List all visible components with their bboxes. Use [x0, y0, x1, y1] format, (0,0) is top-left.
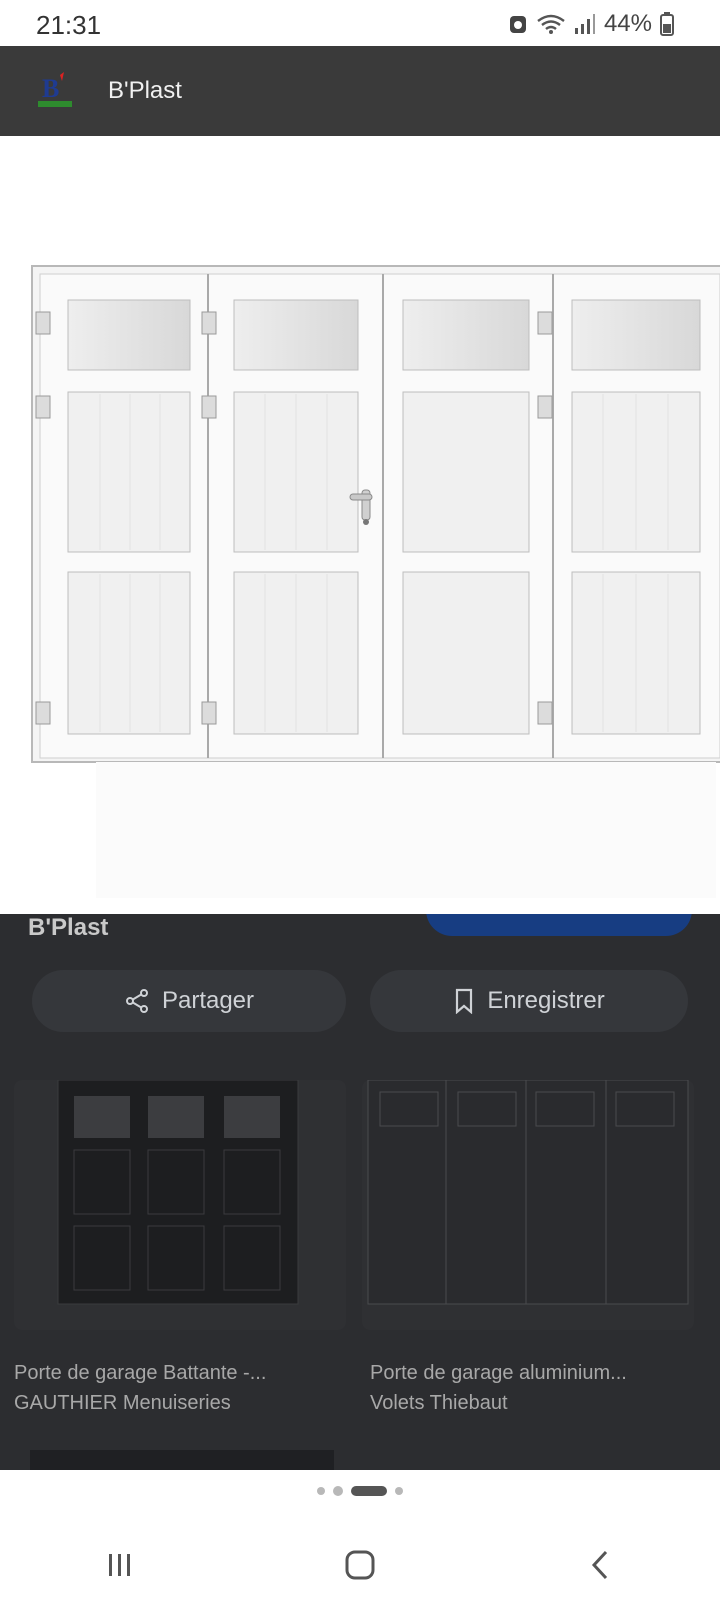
- status-icons: 44%: [508, 10, 674, 38]
- wifi-icon: [537, 14, 565, 34]
- results-page-dimmed: B'Plast Partager Enregistrer Porte de ga…: [0, 914, 720, 1470]
- recents-button[interactable]: [80, 1540, 160, 1590]
- related-thumb-3[interactable]: [30, 1450, 334, 1470]
- related-site-1: GAUTHIER Menuiseries: [14, 1392, 231, 1414]
- visit-button[interactable]: [426, 914, 692, 936]
- page-header: B B'Plast: [0, 46, 720, 136]
- recents-icon: [109, 1554, 130, 1576]
- screen: 21:31 44% B B'Plast B'Plast Partager Enr…: [0, 0, 720, 1600]
- pager-dot[interactable]: [333, 1486, 343, 1496]
- site-title[interactable]: B'Plast: [108, 77, 182, 105]
- status-time: 21:31: [36, 10, 102, 40]
- related-title-1[interactable]: Porte de garage Battante -...: [14, 1362, 266, 1385]
- related-thumb-1[interactable]: [14, 1079, 346, 1330]
- pager-dots: [0, 1486, 720, 1496]
- battery-percent: 44%: [603, 10, 652, 37]
- save-button[interactable]: Enregistrer: [370, 970, 688, 1032]
- svg-text:B: B: [42, 74, 59, 103]
- notification-icon: [509, 16, 526, 33]
- back-icon: [591, 1550, 608, 1580]
- share-button[interactable]: Partager: [32, 970, 346, 1032]
- home-button[interactable]: [320, 1540, 400, 1590]
- back-button[interactable]: [560, 1540, 640, 1590]
- share-icon: [125, 989, 148, 1013]
- pager-dot[interactable]: [395, 1487, 403, 1495]
- share-label: Partager: [161, 987, 255, 1014]
- image-preview[interactable]: [0, 136, 720, 914]
- home-icon: [345, 1550, 375, 1580]
- source-name: B'Plast: [28, 914, 109, 941]
- save-label: Enregistrer: [487, 987, 605, 1014]
- related-thumb-2[interactable]: [362, 1079, 694, 1330]
- garage-door-image: [31, 265, 720, 898]
- bookmark-icon: [456, 988, 473, 1014]
- pager-dot[interactable]: [317, 1487, 325, 1495]
- battery-icon: [660, 12, 674, 36]
- status-bar: 21:31 44%: [0, 0, 720, 46]
- system-nav-bar: [0, 1530, 720, 1600]
- signal-icon: [574, 14, 595, 34]
- site-logo[interactable]: B: [34, 69, 78, 113]
- pager-dot-active[interactable]: [351, 1486, 387, 1496]
- related-title-2[interactable]: Porte de garage aluminium...: [370, 1362, 627, 1385]
- related-site-2: Volets Thiebaut: [370, 1392, 508, 1414]
